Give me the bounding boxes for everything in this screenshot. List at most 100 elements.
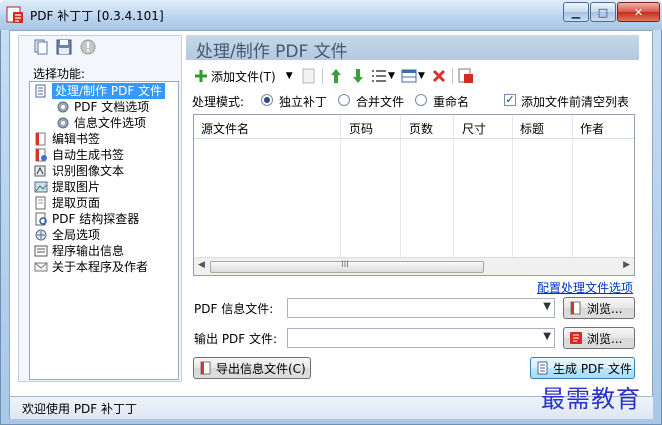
select-function-label: 选择功能: [33,67,86,81]
add-icon [195,70,207,82]
table-column: 作者 [573,115,634,257]
doc-process-icon [35,84,46,98]
scrollbar-thumb[interactable]: III [210,260,484,273]
tree-item-label: 编辑书签 [52,132,101,146]
scrollbar-grip: III [341,260,349,270]
tree-item-label: 识别图像文本 [52,164,125,178]
image-icon [34,181,48,193]
documents-icon[interactable] [33,39,49,55]
log-icon [34,245,48,257]
function-tree: 处理/制作 PDF 文件 PDF 文档选项 信息文件选项 编辑书签 自动生成书签… [29,81,179,380]
list-icon [372,70,386,82]
output-file-label: 输出 PDF 文件: [194,332,278,346]
info-icon[interactable] [80,39,96,55]
view-button[interactable]: ▼ [401,66,425,86]
mode-radio-merge[interactable] [338,94,350,106]
toolbar-separator [452,68,453,84]
minimize-button[interactable]: ▁ [563,2,589,22]
column-header-author[interactable]: 作者 [580,120,604,137]
close-icon: ✕ [633,5,644,19]
window-title: PDF 补丁丁 [0.3.4.101] [30,9,164,23]
generate-pdf-button[interactable]: 生成 PDF 文件 [530,357,635,379]
save-icon[interactable] [56,39,72,55]
section-title: 处理/制作 PDF 文件 [196,42,348,62]
explorer-icon [35,212,47,226]
bookmark-icon [200,361,211,375]
table-view-icon [401,69,417,83]
watermark-text: 最需教育 [541,385,641,413]
ocr-icon [34,165,46,177]
add-files-label: 添加文件(T) [211,69,276,84]
column-header-page-count[interactable]: 页数 [409,120,433,137]
dropdown-arrow-icon[interactable]: ▼ [543,331,551,342]
info-file-combo[interactable]: ▼ [287,298,555,318]
blank-page-icon[interactable] [302,66,316,86]
maximize-button[interactable]: □ [590,2,616,22]
dropdown-arrow-icon: ▼ [285,71,293,81]
column-header-filename[interactable]: 源文件名 [201,120,249,137]
dropdown-arrow-icon[interactable]: ▼ [543,301,551,312]
clear-list-label: 添加文件前清空列表 [521,95,630,109]
info-file-label: PDF 信息文件: [194,302,274,316]
mode-radio-standalone[interactable] [261,94,273,106]
tree-item-label: 提取图片 [52,180,101,194]
mode-option-label: 独立补丁 [279,95,328,109]
column-header-page-range[interactable]: 页码 [349,120,373,137]
dropdown-arrow-icon: ▼ [418,71,425,81]
scroll-left-icon[interactable]: ◀ [198,260,205,270]
doc-process-icon [537,361,548,375]
auto-bookmark-icon [35,148,47,162]
tree-item-label: 处理/制作 PDF 文件 [52,83,166,99]
add-files-button[interactable]: 添加文件(T) ▼ [194,66,293,86]
page-icon [35,196,46,210]
generate-pdf-label: 生成 PDF 文件 [553,361,633,376]
toolbar: 添加文件(T) ▼ ▼ ▼ [192,64,642,88]
list-button[interactable]: ▼ [371,66,395,86]
tree-item-label: 全局选项 [52,228,101,242]
tree-item-label: 程序输出信息 [52,244,125,258]
mode-row: 处理模式: 独立补丁 合并文件 重命名 ✓ 添加文件前清空列表 [192,92,642,110]
minimize-icon: ▁ [571,5,581,19]
move-down-icon[interactable] [351,66,365,86]
browse-label: 浏览... [587,301,623,316]
status-text: 欢迎使用 PDF 补丁丁 [22,402,138,416]
tree-item-label: PDF 结构探查器 [52,212,140,226]
table-column: 标题 [513,115,573,257]
export-info-button[interactable]: 导出信息文件(C) [193,357,311,379]
pdf-file-icon [570,332,582,344]
toolbar-separator [322,68,323,84]
pdf-export-icon[interactable] [458,66,474,86]
table-column: 页码 [341,115,401,257]
move-up-icon[interactable] [329,66,343,86]
tree-item-label: 关于本程序及作者 [52,260,149,274]
dropdown-arrow-icon: ▼ [388,71,395,81]
delete-icon[interactable] [432,66,446,86]
browse-output-button[interactable]: 浏览... [563,327,635,349]
configure-options-link[interactable]: 配置处理文件选项 [537,279,633,296]
clear-list-checkbox[interactable]: ✓ [504,94,516,106]
mail-icon [34,262,48,272]
tree-item-label: 提取页面 [52,196,101,210]
browse-label: 浏览... [587,331,623,346]
gear-icon [57,101,69,113]
table-column: 源文件名 [194,115,341,257]
tree-item-label: 自动生成书签 [52,148,125,162]
horizontal-scrollbar[interactable]: ◀ III ▶ [194,257,634,275]
title-bar[interactable]: PDF 补丁丁 [0.3.4.101] ▁ □ ✕ [0,0,662,30]
file-list-table[interactable]: 源文件名 页码 页数 尺寸 标题 作者 ◀ III ▶ [193,114,635,276]
scroll-right-icon[interactable]: ▶ [623,260,630,270]
bookmark-icon [35,132,46,146]
mode-radio-rename[interactable] [415,94,427,106]
table-column: 页数 [401,115,454,257]
maximize-icon: □ [597,5,609,19]
table-column: 尺寸 [454,115,513,257]
column-header-size[interactable]: 尺寸 [462,120,486,137]
output-file-combo[interactable]: ▼ [287,328,555,348]
browse-info-button[interactable]: 浏览... [563,297,635,319]
column-header-title[interactable]: 标题 [520,120,544,137]
export-info-label: 导出信息文件(C) [216,361,306,376]
bookmark-icon [570,301,581,315]
app-logo-icon [6,6,23,23]
mode-label: 处理模式: [192,95,245,109]
close-button[interactable]: ✕ [617,2,660,22]
